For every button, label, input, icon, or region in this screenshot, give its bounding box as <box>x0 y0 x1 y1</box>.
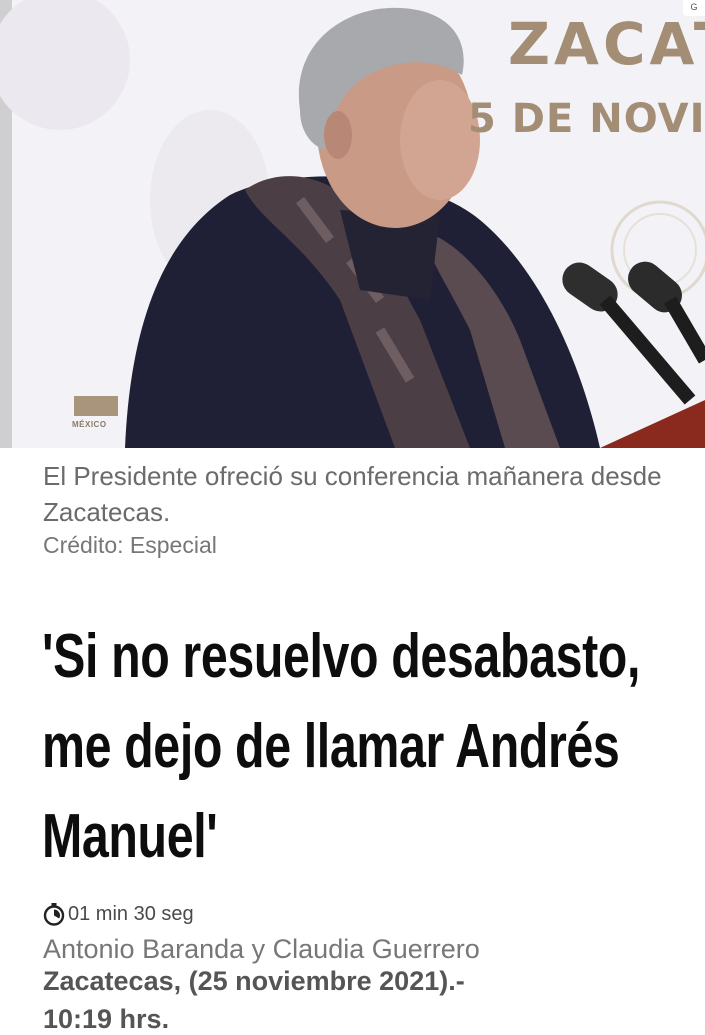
photo-caption: El Presidente ofreció su conferencia mañ… <box>43 461 662 527</box>
backdrop-date-text: 5 DE NOVIEMB <box>468 96 705 142</box>
photo-credit: Crédito: Especial <box>43 532 217 558</box>
article-authors[interactable]: Antonio Baranda y Claudia Guerrero <box>43 934 480 965</box>
article-time: 10:19 hrs. <box>43 1004 170 1034</box>
article-dateline: Zacatecas, (25 noviembre 2021).- <box>43 966 465 996</box>
corner-badge[interactable]: G <box>683 0 705 16</box>
article-photo[interactable]: ZACATE 5 DE NOVIEMB MÉXICO G <box>0 0 705 448</box>
article-headline: 'Si no resuelvo desabasto, me dejo de ll… <box>42 622 641 871</box>
backdrop-city-text: ZACATE <box>508 10 705 78</box>
stopwatch-icon <box>43 903 65 926</box>
government-logo: MÉXICO <box>72 420 107 429</box>
read-time-text: 01 min 30 seg <box>68 902 194 925</box>
read-time: 01 min 30 seg <box>42 900 194 928</box>
